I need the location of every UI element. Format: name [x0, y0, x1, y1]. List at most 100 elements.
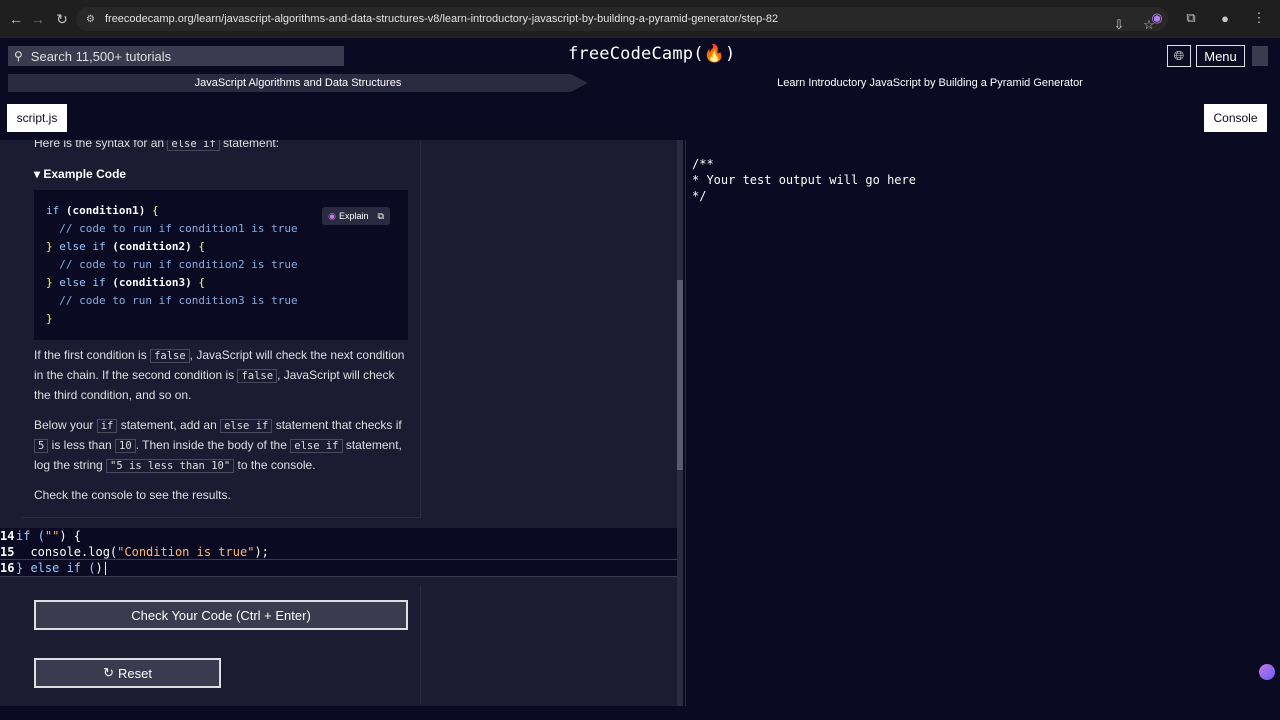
line-number: 15 — [0, 545, 15, 559]
code-condition: (condition2) — [112, 240, 192, 253]
breadcrumb-superblock[interactable]: JavaScript Algorithms and Data Structure… — [8, 74, 588, 92]
pane-scroll-thumb[interactable] — [677, 280, 683, 470]
inline-code: false — [237, 369, 278, 383]
copy-icon[interactable]: ⧉ — [377, 207, 383, 225]
code-line: } else if (condition3) { — [46, 274, 396, 292]
reset-button[interactable]: ↻ Reset — [34, 658, 221, 688]
assistant-icon[interactable] — [1259, 664, 1275, 680]
forward-icon[interactable]: → — [26, 7, 50, 31]
editor-line[interactable]: 14 if ("") { — [0, 528, 682, 544]
code-string: "Condition is true" — [117, 545, 255, 559]
search-icon: ⚲ — [14, 49, 23, 63]
inline-code: if — [96, 419, 118, 433]
left-pane: Here is the syntax for an else if statem… — [0, 140, 683, 706]
intro-text: Here is the syntax for an else if statem… — [34, 140, 414, 154]
lesson-description: Here is the syntax for an else if statem… — [22, 140, 421, 518]
address-bar[interactable]: ⚙ freecodecamp.org/learn/javascript-algo… — [76, 7, 1168, 32]
reset-label: Reset — [117, 665, 152, 681]
code-keyword: else if — [59, 240, 106, 253]
back-icon[interactable]: ← — [4, 7, 28, 31]
inline-code: else if — [290, 439, 343, 453]
code-brace: { — [198, 240, 205, 253]
search-bar[interactable]: ⚲ — [8, 46, 344, 66]
code-brace: } — [46, 312, 53, 325]
menu-button[interactable]: Menu — [1196, 45, 1245, 67]
code-keyword: if — [46, 204, 60, 217]
disclosure-triangle-icon: ▾ — [34, 167, 41, 181]
action-panel: Check Your Code (Ctrl + Enter) ↻ Reset — [22, 586, 421, 704]
code-text: ) — [95, 561, 103, 575]
inline-code: "5 is less than 10" — [106, 459, 235, 473]
more-menu-icon[interactable]: ⋮ — [1248, 7, 1270, 29]
reload-icon[interactable]: ↻ — [50, 7, 74, 31]
code-brace: } — [46, 276, 53, 289]
extensions-puzzle-icon[interactable]: ⧉ — [1180, 7, 1202, 29]
code-line: } else if (condition2) { — [46, 238, 396, 256]
code-brace: { — [198, 276, 205, 289]
reset-icon: ↻ — [103, 665, 114, 680]
text: is less than — [48, 438, 116, 452]
console-output: /** * Your test output will go here */ — [692, 157, 916, 203]
example-code-summary[interactable]: ▾ Example Code — [34, 167, 126, 181]
code-text: console.log( — [16, 545, 118, 559]
code-line: } — [46, 310, 396, 328]
bottom-strip — [0, 706, 1280, 720]
editor-line-active[interactable]: 16} else if () — [0, 559, 683, 577]
explain-label: Explain — [338, 211, 369, 221]
paragraph-chain: If the first condition is false, JavaScr… — [34, 346, 410, 405]
inline-code: else if — [220, 419, 273, 433]
intro-pre: Here is the syntax for an — [34, 140, 168, 150]
scroll-edge — [1252, 46, 1268, 66]
code-string: "" — [44, 529, 60, 543]
code-text: if ( — [16, 529, 45, 543]
profile-avatar-icon[interactable]: ● — [1214, 7, 1236, 29]
ai-sparkle-icon: ◉ — [328, 211, 336, 221]
fcc-logo[interactable]: freeCodeCamp(🔥) — [568, 44, 735, 64]
inline-code: 10 — [115, 439, 136, 453]
code-text: ) { — [59, 529, 82, 543]
extension-icon[interactable]: ◉ — [1146, 7, 1168, 29]
code-editor[interactable]: 14 if ("") { 15 console.log("Condition is… — [0, 528, 683, 577]
code-comment: // code to run if condition2 is true — [59, 258, 298, 271]
code-keyword: else if — [59, 276, 106, 289]
fcc-navbar: ⚲ freeCodeCamp(🔥) 🌐︎ Menu — [0, 40, 1280, 72]
explain-button[interactable]: ◉ Explain ⧉ — [322, 207, 390, 225]
code-brace: { — [151, 204, 159, 217]
code-line: // code to run if condition2 is true — [46, 256, 396, 274]
code-comment: // code to run if condition1 is true — [59, 222, 298, 235]
breadcrumb: JavaScript Algorithms and Data Structure… — [8, 74, 1272, 92]
text: statement that checks if — [272, 418, 402, 432]
editor-tab-bar: script.js Console — [0, 94, 1280, 140]
tab-script-js[interactable]: script.js — [7, 104, 67, 132]
inline-code: 5 — [34, 439, 49, 453]
site-info-icon[interactable]: ⚙ — [86, 14, 95, 25]
inline-code: false — [150, 349, 190, 363]
tab-console[interactable]: Console — [1204, 104, 1267, 132]
code-comment: // code to run if condition3 is true — [59, 294, 298, 307]
text: . Then inside the body of the — [135, 438, 291, 452]
paragraph-instructions: Below your if statement, add an else if … — [34, 416, 410, 476]
code-text: } else if ( — [16, 561, 96, 575]
text: Below your — [34, 418, 97, 432]
paragraph-check-console: Check the console to see the results. — [34, 488, 231, 502]
console-pane: /** * Your test output will go here */ — [685, 140, 1280, 706]
intro-post: statement: — [219, 140, 280, 150]
text: statement, add an — [117, 418, 221, 432]
browser-toolbar: ← → ↻ ⚙ freecodecamp.org/learn/javascrip… — [0, 0, 1280, 38]
code-condition: (condition1) — [65, 204, 146, 217]
example-code-block: if (condition1) { // code to run if cond… — [34, 190, 408, 340]
install-app-icon[interactable]: ⇩ — [1108, 14, 1130, 36]
breadcrumb-block[interactable]: Learn Introductory JavaScript by Buildin… — [588, 74, 1272, 92]
url-text: freecodecamp.org/learn/javascript-algori… — [104, 13, 779, 25]
line-number: 16 — [0, 561, 15, 575]
text: to the console. — [234, 458, 316, 472]
check-code-button[interactable]: Check Your Code (Ctrl + Enter) — [34, 600, 408, 630]
language-globe-icon[interactable]: 🌐︎ — [1167, 45, 1191, 67]
code-condition: (condition3) — [112, 276, 192, 289]
example-code-label: Example Code — [43, 167, 127, 181]
line-number: 14 — [0, 529, 15, 543]
search-input[interactable] — [30, 48, 331, 64]
code-text: ); — [254, 545, 269, 559]
editor-line[interactable]: 15 console.log("Condition is true"); — [0, 544, 682, 560]
inline-code: else if — [167, 140, 220, 151]
